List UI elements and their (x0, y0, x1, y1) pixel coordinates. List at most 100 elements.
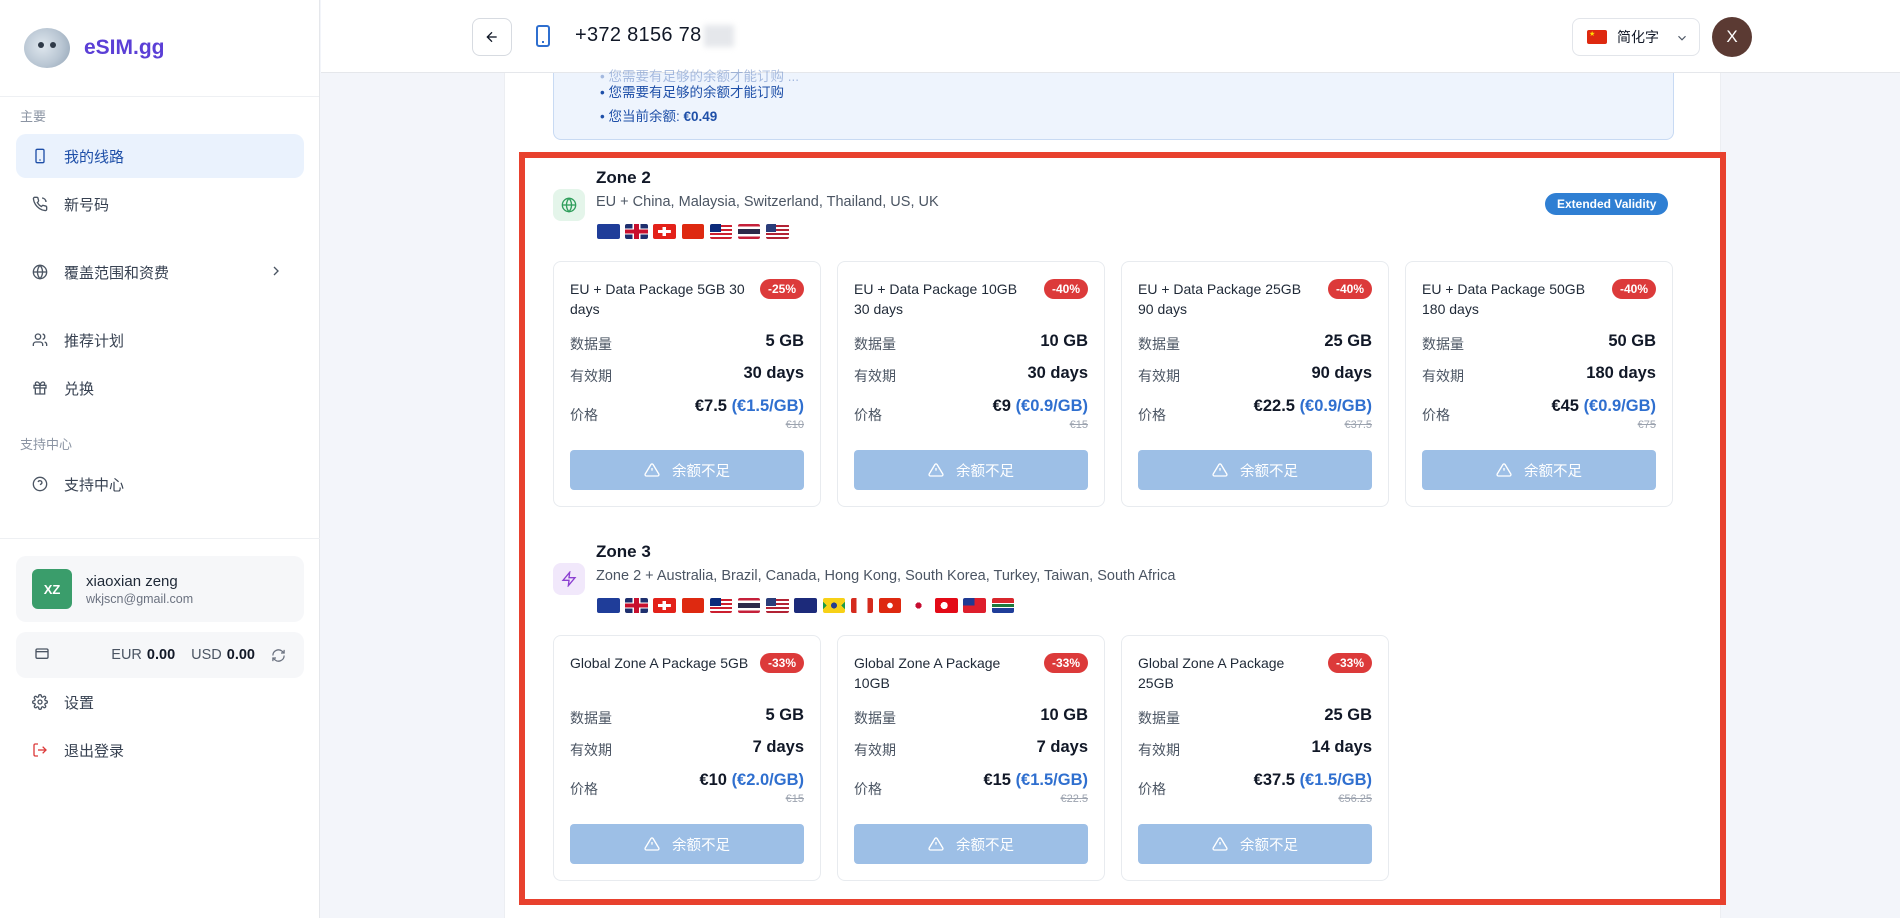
refresh-icon[interactable] (271, 648, 286, 663)
sidebar-item-label: 设置 (64, 694, 95, 712)
insufficient-balance-button[interactable]: 余额不足 (1138, 450, 1372, 490)
original-price: €22.5 (1060, 793, 1088, 805)
data-label: 数据量 (570, 710, 612, 726)
validity-value: 30 days (743, 364, 804, 382)
flag-hk-icon (878, 598, 902, 613)
language-label: 简化字 (1617, 29, 1659, 45)
price-label: 价格 (570, 407, 598, 423)
user-card[interactable]: XZ xiaoxian zeng wkjscn@gmail.com (16, 556, 304, 622)
validity-value: 7 days (752, 738, 804, 756)
flag-us-icon (766, 598, 789, 613)
validity-label: 有效期 (854, 368, 896, 384)
data-label: 数据量 (1138, 710, 1180, 726)
original-price: €75 (1637, 419, 1656, 431)
package-name: EU + Data Package 50GB 180 days (1422, 281, 1586, 317)
sidebar-item-label: 支持中心 (64, 476, 125, 494)
china-flag-icon (1587, 30, 1607, 44)
sidebar-item-label: 覆盖范围和资费 (64, 264, 170, 282)
zone-3-flags (597, 598, 1015, 613)
globe-icon (30, 262, 50, 282)
price-per-gb: (€0.9/GB) (1583, 397, 1656, 415)
sidebar-item-settings[interactable]: 设置 (16, 680, 304, 724)
flag-kr-icon (907, 598, 930, 613)
flag-eu-icon (597, 224, 620, 239)
flag-cn-icon (681, 598, 705, 613)
validity-label: 有效期 (1138, 742, 1180, 758)
phone-number: +372 8156 78 (575, 24, 734, 47)
package-card: EU + Data Package 50GB 180 days -40% 数据量… (1405, 261, 1673, 507)
flag-eu-icon (597, 598, 620, 613)
package-card: EU + Data Package 5GB 30 days -25% 数据量 5… (553, 261, 821, 507)
wallet-balance: EUR 0.00 USD 0.00 (16, 632, 304, 678)
button-label: 余额不足 (1240, 837, 1298, 854)
language-select[interactable]: 简化字 (1572, 18, 1700, 56)
sidebar: eSIM.gg 主要 我的线路 新号码 覆盖范围和资费 推荐计划 兑换 支持中心… (0, 0, 320, 918)
brand[interactable]: eSIM.gg (0, 0, 319, 97)
package-name: EU + Data Package 5GB 30 days (570, 281, 745, 317)
price-per-gb: (€2.0/GB) (731, 771, 804, 789)
discount-badge: -40% (1043, 279, 1088, 299)
sidebar-item-new-number[interactable]: 新号码 (16, 182, 304, 226)
discount-badge: -33% (1327, 653, 1372, 673)
insufficient-balance-button[interactable]: 余额不足 (570, 824, 804, 864)
price-per-gb: (€0.9/GB) (1299, 397, 1372, 415)
users-icon (30, 330, 50, 350)
price-label: 价格 (854, 407, 882, 423)
discount-badge: -25% (759, 279, 804, 299)
data-amount: 5 GB (765, 706, 804, 724)
package-card: Global Zone A Package 5GB -33% 数据量 5 GB … (553, 635, 821, 881)
package-name: Global Zone A Package 5GB (570, 655, 749, 671)
sidebar-item-my-lines[interactable]: 我的线路 (16, 134, 304, 178)
discount-badge: -40% (1611, 279, 1656, 299)
insufficient-balance-button[interactable]: 余额不足 (570, 450, 804, 490)
insufficient-balance-button[interactable]: 余额不足 (1138, 824, 1372, 864)
data-label: 数据量 (854, 710, 896, 726)
alert-triangle-icon (1496, 462, 1512, 478)
sidebar-item-support[interactable]: 支持中心 (16, 462, 304, 506)
wallet-icon (34, 645, 50, 665)
main-panel: • 您需要有足够的余额才能订购 ... • 您需要有足够的余额才能订购 • 您当… (504, 69, 1726, 918)
flag-uk-icon (625, 224, 648, 239)
brand-name: eSIM.gg (84, 36, 165, 59)
usd-label: USD (191, 647, 222, 663)
sidebar-item-logout[interactable]: 退出登录 (16, 728, 304, 772)
price-value: €22.5 (€0.9/GB) (1253, 397, 1372, 415)
package-card: EU + Data Package 10GB 30 days -40% 数据量 … (837, 261, 1105, 507)
sidebar-item-referral[interactable]: 推荐计划 (16, 318, 304, 362)
insufficient-balance-button[interactable]: 余额不足 (1422, 450, 1656, 490)
validity-label: 有效期 (570, 368, 612, 384)
alert-triangle-icon (644, 836, 660, 852)
data-amount: 5 GB (765, 332, 804, 350)
price-per-gb: (€1.5/GB) (731, 397, 804, 415)
sidebar-item-label: 推荐计划 (64, 332, 125, 350)
price-per-gb: (€1.5/GB) (1299, 771, 1372, 789)
user-avatar[interactable]: X (1712, 17, 1752, 57)
notice-line-2: • 您当前余额: €0.49 (600, 109, 718, 124)
back-button[interactable] (472, 18, 512, 56)
validity-value: 90 days (1311, 364, 1372, 382)
sidebar-item-coverage[interactable]: 覆盖范围和资费 (16, 250, 304, 294)
alert-triangle-icon (928, 836, 944, 852)
data-label: 数据量 (1422, 336, 1464, 352)
redacted-digits (703, 24, 734, 47)
package-card: Global Zone A Package 25GB -33% 数据量 25 G… (1121, 635, 1389, 881)
user-avatar-initials: XZ (32, 569, 72, 609)
original-price: €10 (785, 419, 804, 431)
package-name: EU + Data Package 10GB 30 days (854, 281, 1018, 317)
user-email: wkjscn@gmail.com (86, 591, 194, 606)
sidebar-item-redeem[interactable]: 兑换 (16, 366, 304, 410)
price-value: €37.5 (€1.5/GB) (1253, 771, 1372, 789)
topbar: +372 8156 78 简化字 X (321, 0, 1900, 73)
price-label: 价格 (570, 781, 598, 797)
discount-badge: -40% (1327, 279, 1372, 299)
insufficient-balance-button[interactable]: 余额不足 (854, 824, 1088, 864)
insufficient-balance-button[interactable]: 余额不足 (854, 450, 1088, 490)
flag-au-icon (794, 598, 817, 613)
flag-ch-icon (653, 598, 676, 613)
phone-call-icon (30, 194, 50, 214)
flag-ch-icon (653, 224, 676, 239)
balance-notice: • 您需要有足够的余额才能订购 ... • 您需要有足够的余额才能订购 • 您当… (553, 69, 1674, 140)
zone-2-flags (597, 224, 789, 239)
flag-my-icon (709, 598, 733, 613)
logo-icon (24, 28, 70, 68)
